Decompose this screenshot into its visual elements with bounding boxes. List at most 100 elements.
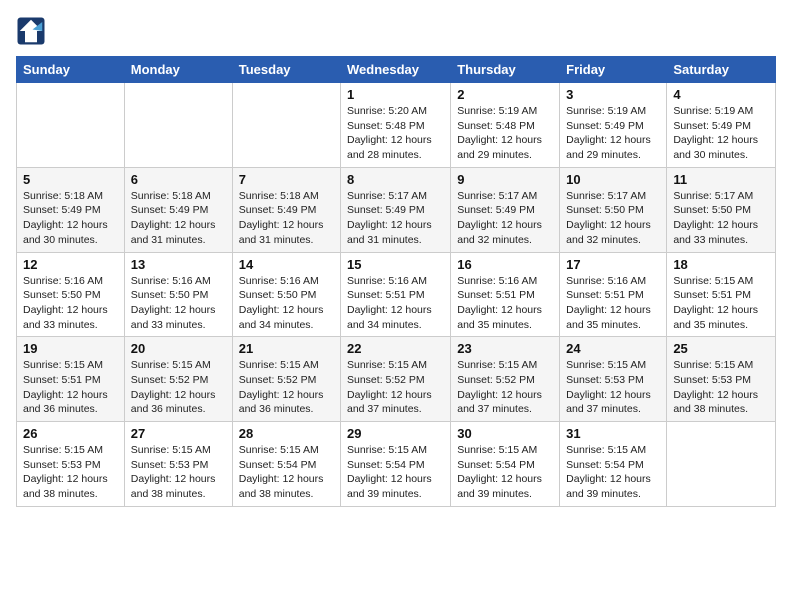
day-info: Sunrise: 5:15 AM Sunset: 5:52 PM Dayligh… bbox=[239, 358, 334, 417]
calendar-cell: 24 Sunrise: 5:15 AM Sunset: 5:53 PM Dayli… bbox=[560, 337, 667, 422]
day-info: Sunrise: 5:15 AM Sunset: 5:53 PM Dayligh… bbox=[131, 443, 226, 502]
day-info: Sunrise: 5:15 AM Sunset: 5:51 PM Dayligh… bbox=[23, 358, 118, 417]
calendar-cell: 31 Sunrise: 5:15 AM Sunset: 5:54 PM Dayli… bbox=[560, 422, 667, 507]
day-info: Sunrise: 5:16 AM Sunset: 5:51 PM Dayligh… bbox=[566, 274, 660, 333]
day-number: 1 bbox=[347, 87, 444, 102]
calendar-cell: 28Sunrise: 5:15 AM Sunset: 5:54 PM Dayli… bbox=[232, 422, 340, 507]
day-info: Sunrise: 5:15 AM Sunset: 5:54 PM Dayligh… bbox=[239, 443, 334, 502]
day-number: 15 bbox=[347, 257, 444, 272]
day-info: Sunrise: 5:18 AM Sunset: 5:49 PM Dayligh… bbox=[239, 189, 334, 248]
calendar-cell: 29 Sunrise: 5:15 AM Sunset: 5:54 PM Dayli… bbox=[341, 422, 451, 507]
day-number: 10 bbox=[566, 172, 660, 187]
calendar-cell: 21 Sunrise: 5:15 AM Sunset: 5:52 PM Dayli… bbox=[232, 337, 340, 422]
calendar-table: SundayMondayTuesdayWednesdayThursdayFrid… bbox=[16, 56, 776, 507]
day-number: 29 bbox=[347, 426, 444, 441]
calendar-cell: 25 Sunrise: 5:15 AM Sunset: 5:53 PM Dayli… bbox=[667, 337, 776, 422]
day-info: Sunrise: 5:19 AM Sunset: 5:48 PM Dayligh… bbox=[457, 104, 553, 163]
calendar-cell: 17Sunrise: 5:16 AM Sunset: 5:51 PM Dayli… bbox=[560, 252, 667, 337]
day-info: Sunrise: 5:15 AM Sunset: 5:51 PM Dayligh… bbox=[673, 274, 769, 333]
day-info: Sunrise: 5:17 AM Sunset: 5:49 PM Dayligh… bbox=[347, 189, 444, 248]
calendar-cell: 5 Sunrise: 5:18 AM Sunset: 5:49 PM Daylig… bbox=[17, 167, 125, 252]
calendar-cell: 30 Sunrise: 5:15 AM Sunset: 5:54 PM Dayli… bbox=[451, 422, 560, 507]
weekday-header-wednesday: Wednesday bbox=[341, 57, 451, 83]
day-number: 8 bbox=[347, 172, 444, 187]
day-info: Sunrise: 5:16 AM Sunset: 5:51 PM Dayligh… bbox=[457, 274, 553, 333]
calendar-cell bbox=[124, 83, 232, 168]
day-number: 23 bbox=[457, 341, 553, 356]
calendar-cell: 7Sunrise: 5:18 AM Sunset: 5:49 PM Daylig… bbox=[232, 167, 340, 252]
calendar-week-4: 19 Sunrise: 5:15 AM Sunset: 5:51 PM Dayli… bbox=[17, 337, 776, 422]
weekday-header-friday: Friday bbox=[560, 57, 667, 83]
day-info: Sunrise: 5:16 AM Sunset: 5:50 PM Dayligh… bbox=[131, 274, 226, 333]
day-info: Sunrise: 5:16 AM Sunset: 5:50 PM Dayligh… bbox=[23, 274, 118, 333]
day-info: Sunrise: 5:17 AM Sunset: 5:49 PM Dayligh… bbox=[457, 189, 553, 248]
calendar-cell bbox=[232, 83, 340, 168]
day-number: 30 bbox=[457, 426, 553, 441]
weekday-header-sunday: Sunday bbox=[17, 57, 125, 83]
calendar-cell: 26 Sunrise: 5:15 AM Sunset: 5:53 PM Dayli… bbox=[17, 422, 125, 507]
day-info: Sunrise: 5:17 AM Sunset: 5:50 PM Dayligh… bbox=[566, 189, 660, 248]
day-number: 27 bbox=[131, 426, 226, 441]
day-info: Sunrise: 5:15 AM Sunset: 5:54 PM Dayligh… bbox=[457, 443, 553, 502]
day-number: 18 bbox=[673, 257, 769, 272]
day-info: Sunrise: 5:15 AM Sunset: 5:54 PM Dayligh… bbox=[347, 443, 444, 502]
day-info: Sunrise: 5:16 AM Sunset: 5:50 PM Dayligh… bbox=[239, 274, 334, 333]
calendar-cell: 23 Sunrise: 5:15 AM Sunset: 5:52 PM Dayli… bbox=[451, 337, 560, 422]
calendar-header-row: SundayMondayTuesdayWednesdayThursdayFrid… bbox=[17, 57, 776, 83]
calendar-cell: 12Sunrise: 5:16 AM Sunset: 5:50 PM Dayli… bbox=[17, 252, 125, 337]
calendar-cell: 6Sunrise: 5:18 AM Sunset: 5:49 PM Daylig… bbox=[124, 167, 232, 252]
calendar-cell: 22 Sunrise: 5:15 AM Sunset: 5:52 PM Dayli… bbox=[341, 337, 451, 422]
logo-icon bbox=[16, 16, 46, 46]
calendar-cell: 16 Sunrise: 5:16 AM Sunset: 5:51 PM Dayli… bbox=[451, 252, 560, 337]
day-number: 26 bbox=[23, 426, 118, 441]
day-number: 19 bbox=[23, 341, 118, 356]
day-number: 25 bbox=[673, 341, 769, 356]
day-number: 22 bbox=[347, 341, 444, 356]
day-number: 4 bbox=[673, 87, 769, 102]
day-number: 11 bbox=[673, 172, 769, 187]
day-number: 24 bbox=[566, 341, 660, 356]
day-info: Sunrise: 5:15 AM Sunset: 5:52 PM Dayligh… bbox=[131, 358, 226, 417]
weekday-header-saturday: Saturday bbox=[667, 57, 776, 83]
calendar-cell: 11Sunrise: 5:17 AM Sunset: 5:50 PM Dayli… bbox=[667, 167, 776, 252]
day-info: Sunrise: 5:15 AM Sunset: 5:53 PM Dayligh… bbox=[673, 358, 769, 417]
page-header bbox=[16, 16, 776, 46]
day-info: Sunrise: 5:19 AM Sunset: 5:49 PM Dayligh… bbox=[566, 104, 660, 163]
calendar-cell bbox=[667, 422, 776, 507]
calendar-cell: 8 Sunrise: 5:17 AM Sunset: 5:49 PM Daylig… bbox=[341, 167, 451, 252]
day-info: Sunrise: 5:15 AM Sunset: 5:52 PM Dayligh… bbox=[347, 358, 444, 417]
day-info: Sunrise: 5:16 AM Sunset: 5:51 PM Dayligh… bbox=[347, 274, 444, 333]
day-number: 5 bbox=[23, 172, 118, 187]
calendar-week-5: 26 Sunrise: 5:15 AM Sunset: 5:53 PM Dayli… bbox=[17, 422, 776, 507]
weekday-header-thursday: Thursday bbox=[451, 57, 560, 83]
calendar-cell: 9Sunrise: 5:17 AM Sunset: 5:49 PM Daylig… bbox=[451, 167, 560, 252]
logo bbox=[16, 16, 50, 46]
day-number: 13 bbox=[131, 257, 226, 272]
calendar-week-1: 1 Sunrise: 5:20 AM Sunset: 5:48 PM Daylig… bbox=[17, 83, 776, 168]
day-number: 21 bbox=[239, 341, 334, 356]
day-info: Sunrise: 5:15 AM Sunset: 5:53 PM Dayligh… bbox=[566, 358, 660, 417]
calendar-cell: 3Sunrise: 5:19 AM Sunset: 5:49 PM Daylig… bbox=[560, 83, 667, 168]
day-info: Sunrise: 5:15 AM Sunset: 5:54 PM Dayligh… bbox=[566, 443, 660, 502]
day-info: Sunrise: 5:19 AM Sunset: 5:49 PM Dayligh… bbox=[673, 104, 769, 163]
calendar-cell: 18 Sunrise: 5:15 AM Sunset: 5:51 PM Dayli… bbox=[667, 252, 776, 337]
calendar-cell: 15 Sunrise: 5:16 AM Sunset: 5:51 PM Dayli… bbox=[341, 252, 451, 337]
day-number: 31 bbox=[566, 426, 660, 441]
calendar-cell: 27 Sunrise: 5:15 AM Sunset: 5:53 PM Dayli… bbox=[124, 422, 232, 507]
calendar-cell: 14 Sunrise: 5:16 AM Sunset: 5:50 PM Dayli… bbox=[232, 252, 340, 337]
day-info: Sunrise: 5:18 AM Sunset: 5:49 PM Dayligh… bbox=[23, 189, 118, 248]
day-info: Sunrise: 5:15 AM Sunset: 5:52 PM Dayligh… bbox=[457, 358, 553, 417]
calendar-cell: 20 Sunrise: 5:15 AM Sunset: 5:52 PM Dayli… bbox=[124, 337, 232, 422]
day-number: 14 bbox=[239, 257, 334, 272]
weekday-header-monday: Monday bbox=[124, 57, 232, 83]
day-info: Sunrise: 5:20 AM Sunset: 5:48 PM Dayligh… bbox=[347, 104, 444, 163]
calendar-cell: 4 Sunrise: 5:19 AM Sunset: 5:49 PM Daylig… bbox=[667, 83, 776, 168]
calendar-cell: 2 Sunrise: 5:19 AM Sunset: 5:48 PM Daylig… bbox=[451, 83, 560, 168]
day-number: 2 bbox=[457, 87, 553, 102]
day-number: 16 bbox=[457, 257, 553, 272]
calendar-cell: 19 Sunrise: 5:15 AM Sunset: 5:51 PM Dayli… bbox=[17, 337, 125, 422]
day-info: Sunrise: 5:15 AM Sunset: 5:53 PM Dayligh… bbox=[23, 443, 118, 502]
calendar-cell bbox=[17, 83, 125, 168]
day-number: 20 bbox=[131, 341, 226, 356]
calendar-week-2: 5 Sunrise: 5:18 AM Sunset: 5:49 PM Daylig… bbox=[17, 167, 776, 252]
